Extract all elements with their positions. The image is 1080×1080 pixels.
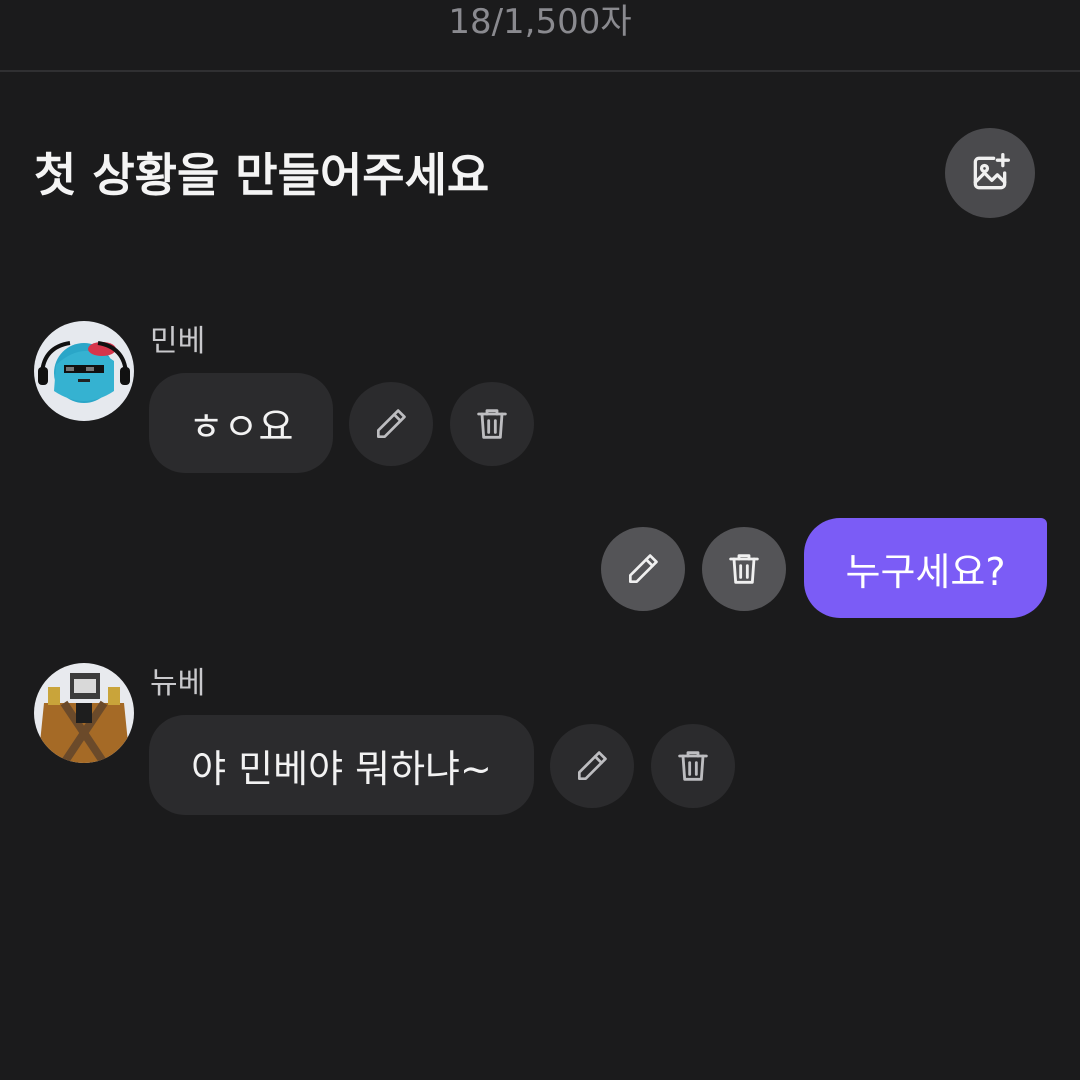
edit-button[interactable]: [550, 724, 634, 808]
sender-name: 뉴베: [150, 666, 206, 701]
delete-button[interactable]: [651, 724, 735, 808]
avatar[interactable]: [34, 321, 134, 421]
my-message-bubble[interactable]: 누구세요?: [804, 518, 1047, 618]
pencil-icon: [376, 409, 406, 439]
divider: [0, 70, 1080, 72]
sender-name: 민베: [150, 324, 206, 359]
trash-icon: [477, 409, 507, 439]
trash-icon: [678, 751, 708, 781]
delete-button[interactable]: [450, 382, 534, 466]
message-bubble[interactable]: 야 민베야 뭐하냐~: [149, 715, 534, 815]
delete-button[interactable]: [702, 527, 786, 611]
avatar[interactable]: [34, 663, 134, 763]
trash-icon: [729, 554, 759, 584]
character-counter: 18/1,500자: [448, 2, 632, 42]
edit-button[interactable]: [349, 382, 433, 466]
image-plus-icon: [973, 153, 1010, 190]
message-bubble[interactable]: ㅎㅇ요: [149, 373, 333, 473]
edit-button[interactable]: [601, 527, 685, 611]
page-title: 첫 상황을 만들어주세요: [34, 148, 490, 202]
pencil-icon: [628, 554, 658, 584]
add-image-button[interactable]: [945, 128, 1035, 218]
pencil-icon: [577, 751, 607, 781]
